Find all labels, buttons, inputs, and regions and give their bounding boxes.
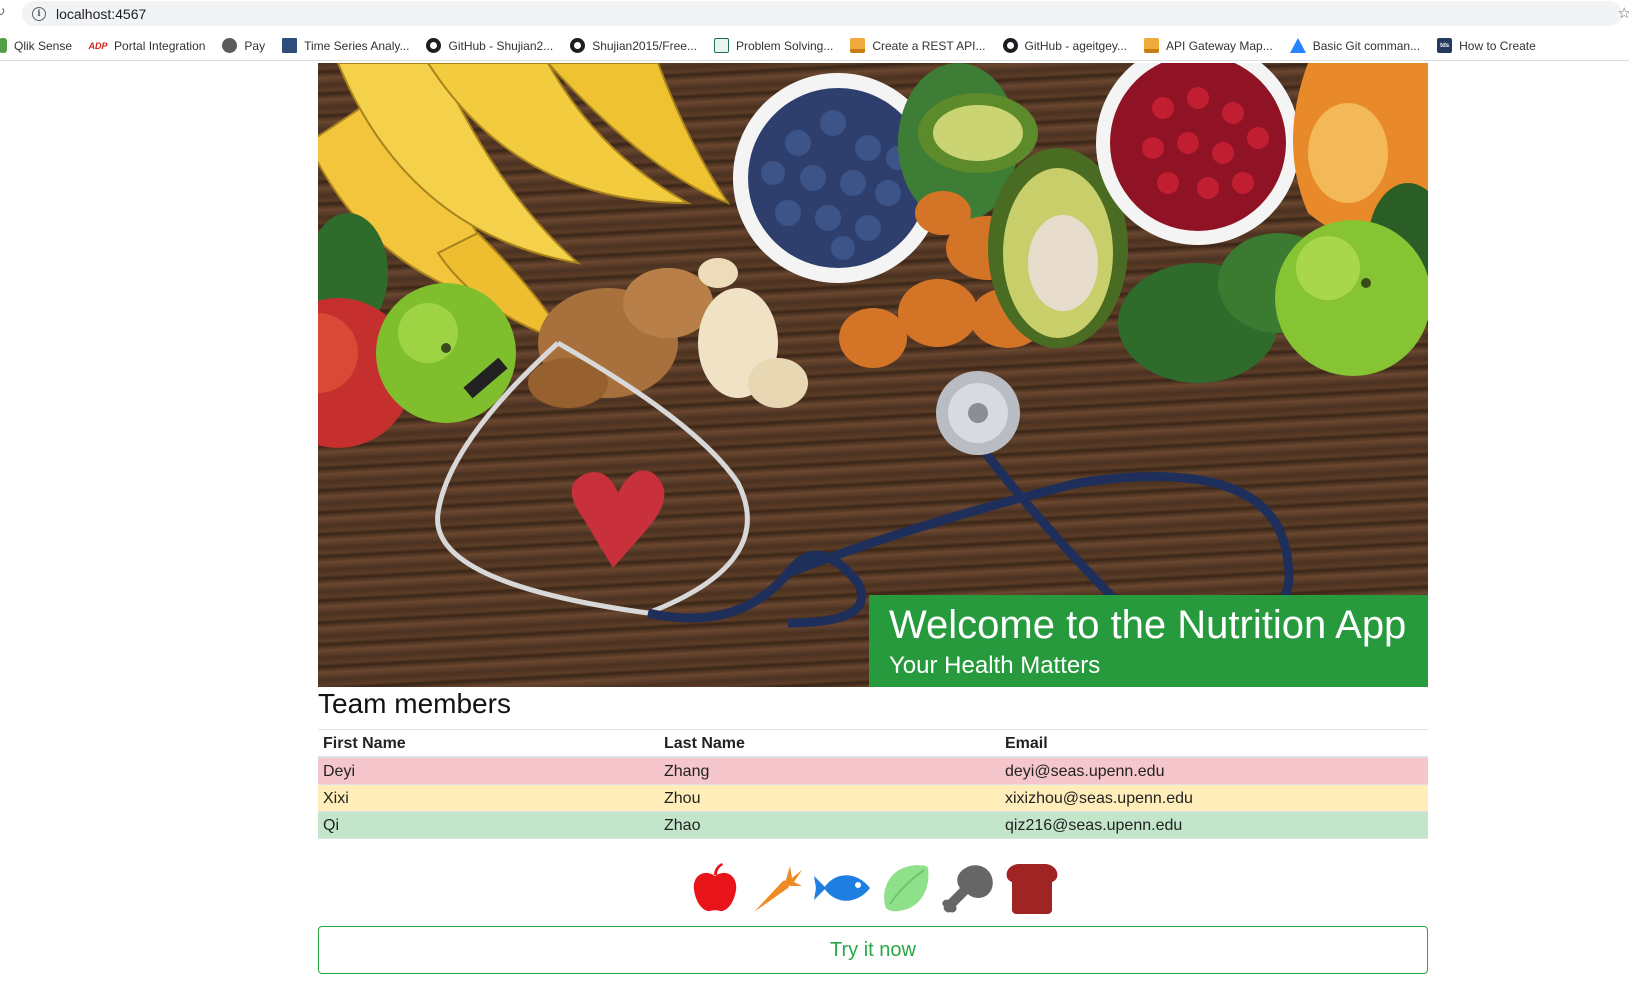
bookmark-shujian2015-free[interactable]: Shujian2015/Free... <box>570 38 697 53</box>
column-header-first-name: First Name <box>318 729 659 758</box>
bookmark-github-shujian2[interactable]: GitHub - Shujian2... <box>426 38 553 53</box>
document-icon <box>282 38 298 53</box>
url-field[interactable]: i localhost:4567 <box>22 1 1622 26</box>
team-heading: Team members <box>318 688 511 719</box>
tds-icon: tds <box>1437 38 1453 53</box>
walnuts-cashews <box>528 258 808 408</box>
qlik-icon <box>0 38 7 53</box>
bookmarks-bar: Qlik Sense ADP Portal Integration Pay Ti… <box>0 31 1629 61</box>
bookmark-label: Portal Integration <box>114 38 206 53</box>
apple-icon <box>693 863 737 912</box>
bookmark-create-rest-api[interactable]: Create a REST API... <box>850 38 986 53</box>
bookmark-pay[interactable]: Pay <box>222 38 265 53</box>
table-header-row: First Name Last Name Email <box>318 729 1428 758</box>
aws-box-icon <box>850 38 866 53</box>
bookmark-github-ageitgey[interactable]: GitHub - ageitgey... <box>1002 38 1128 53</box>
chart-icon <box>713 38 729 53</box>
cell-last-name: Zhao <box>659 811 1000 839</box>
bookmark-label: Qlik Sense <box>14 38 73 53</box>
cell-first-name: Qi <box>318 811 659 839</box>
bookmark-qlik-sense[interactable]: Qlik Sense <box>0 38 72 53</box>
table-row: Xixi Zhou xixizhou@seas.upenn.edu <box>318 784 1428 812</box>
green-apple-right <box>1275 220 1428 376</box>
column-header-last-name: Last Name <box>659 729 1000 758</box>
welcome-banner: Welcome to the Nutrition App Your Health… <box>869 595 1428 687</box>
bookmark-api-gateway[interactable]: API Gateway Map... <box>1144 38 1273 53</box>
bookmark-label: How to Create <box>1459 38 1536 53</box>
bookmark-label: Time Series Analy... <box>304 38 410 53</box>
bookmark-label: GitHub - Shujian2... <box>448 38 554 53</box>
globe-icon <box>222 38 238 53</box>
team-table: First Name Last Name Email Deyi Zhang de… <box>318 729 1428 839</box>
welcome-title: Welcome to the Nutrition App <box>889 603 1407 647</box>
carrot-icon <box>754 866 802 912</box>
red-heart <box>571 470 665 568</box>
cell-last-name: Zhou <box>659 784 1000 812</box>
github-icon <box>426 38 442 53</box>
hero-image <box>318 63 1428 687</box>
cell-email: qiz216@seas.upenn.edu <box>1000 811 1428 839</box>
cell-email: deyi@seas.upenn.edu <box>1000 757 1428 785</box>
fish-icon <box>814 875 870 901</box>
bookmark-basic-git[interactable]: Basic Git comman... <box>1289 38 1421 53</box>
adp-icon: ADP <box>88 40 108 51</box>
bookmark-portal-integration[interactable]: ADP Portal Integration <box>88 38 206 53</box>
bookmark-label: Problem Solving... <box>735 38 834 53</box>
food-icons-row <box>690 862 1060 914</box>
cell-first-name: Xixi <box>318 784 659 812</box>
github-icon <box>1002 38 1018 53</box>
bookmark-problem-solving[interactable]: Problem Solving... <box>713 38 834 53</box>
bookmark-time-series[interactable]: Time Series Analy... <box>282 38 409 53</box>
bookmark-how-to-create[interactable]: tds How to Create <box>1437 38 1536 53</box>
url-text[interactable]: localhost:4567 <box>56 6 146 22</box>
welcome-subtitle: Your Health Matters <box>889 652 1101 679</box>
bookmark-label: Create a REST API... <box>872 38 986 53</box>
info-icon[interactable]: i <box>32 6 46 21</box>
reload-icon[interactable]: ↻ <box>0 3 6 21</box>
cell-last-name: Zhang <box>659 757 1000 785</box>
hero-illustration <box>318 63 1428 628</box>
lime-icon <box>884 865 929 912</box>
bookmark-label: API Gateway Map... <box>1166 38 1273 53</box>
atlassian-icon <box>1289 38 1306 53</box>
github-icon <box>570 38 586 53</box>
bookmark-label: GitHub - ageitgey... <box>1024 38 1128 53</box>
aws-box-icon <box>1144 38 1160 53</box>
bread-icon <box>1006 864 1058 914</box>
bookmark-label: Pay <box>244 38 266 53</box>
bookmark-label: Shujian2015/Free... <box>592 38 697 53</box>
table-row: Deyi Zhang deyi@seas.upenn.edu <box>318 757 1428 785</box>
try-it-now-button[interactable]: Try it now <box>318 926 1428 974</box>
bookmark-label: Basic Git comman... <box>1312 38 1421 53</box>
column-header-email: Email <box>1000 729 1428 758</box>
bookmark-star-icon[interactable]: ☆ <box>1618 4 1629 22</box>
drumstick-icon <box>942 865 993 913</box>
address-bar: ↻ i localhost:4567 ☆ <box>0 0 1629 28</box>
cell-email: xixizhou@seas.upenn.edu <box>1000 784 1428 812</box>
table-row: Qi Zhao qiz216@seas.upenn.edu <box>318 811 1428 839</box>
cell-first-name: Deyi <box>318 757 659 785</box>
